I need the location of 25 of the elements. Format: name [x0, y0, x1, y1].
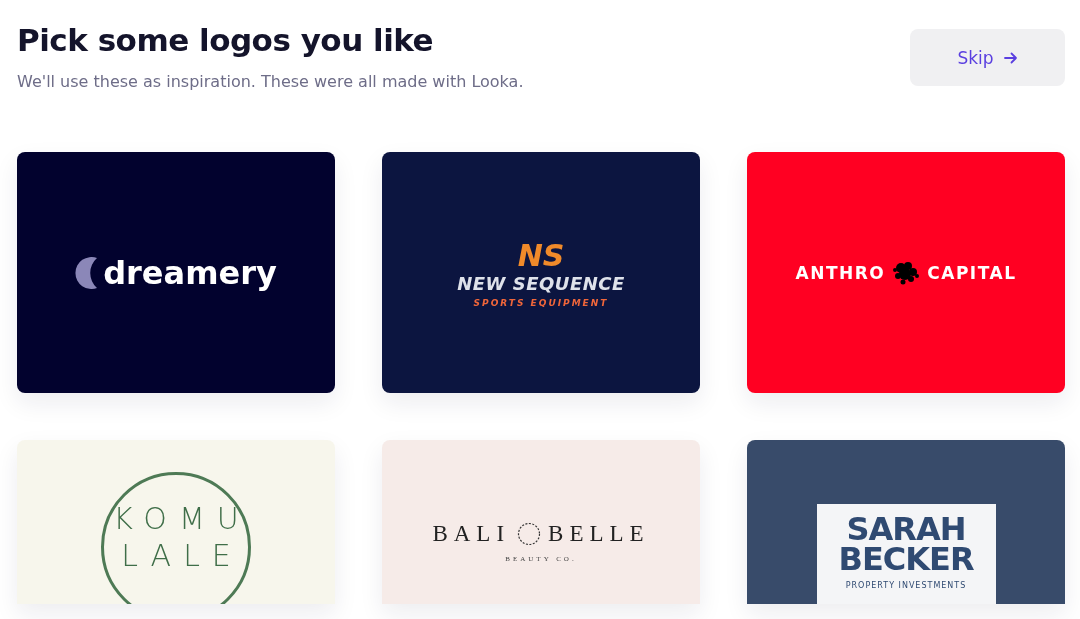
- crescent-moon-icon: [75, 256, 98, 289]
- skip-button[interactable]: Skip: [910, 29, 1065, 86]
- logo-text: BELLE: [548, 521, 650, 547]
- logo-card[interactable]: dreamery: [17, 152, 335, 393]
- logo-monogram: NS: [517, 237, 565, 273]
- logo-text: dreamery: [103, 253, 277, 292]
- page-title: Pick some logos you like: [17, 22, 435, 58]
- logo-text: NEW SEQUENCE: [457, 272, 625, 294]
- logo-text: CAPITAL: [927, 262, 1017, 283]
- logo-card[interactable]: KOMU LALE: [17, 440, 335, 604]
- dot-cluster-icon: [891, 259, 922, 286]
- wreath-icon: [516, 521, 543, 547]
- arrow-right-icon: [1003, 51, 1018, 64]
- page-subtitle: We'll use these as inspiration. These were all made with Looka.: [17, 72, 524, 91]
- logo-tagline: SPORTS EQUIPMENT: [473, 297, 609, 308]
- logo-text: BECKER: [838, 544, 974, 575]
- logo-text: KOMU: [113, 501, 251, 536]
- logo-text: LALE: [121, 538, 243, 573]
- logo-card[interactable]: NS NEW SEQUENCE SPORTS EQUIPMENT: [382, 152, 700, 393]
- logo-card[interactable]: ANTHRO CAPITAL: [747, 152, 1065, 393]
- logo-tagline: PROPERTY INVESTMENTS: [845, 580, 967, 590]
- logo-text: SARAH: [846, 514, 966, 545]
- logo-text: BALI: [432, 521, 511, 547]
- logo-card[interactable]: SARAH BECKER PROPERTY INVESTMENTS: [747, 440, 1065, 604]
- logo-text: ANTHRO: [795, 262, 886, 283]
